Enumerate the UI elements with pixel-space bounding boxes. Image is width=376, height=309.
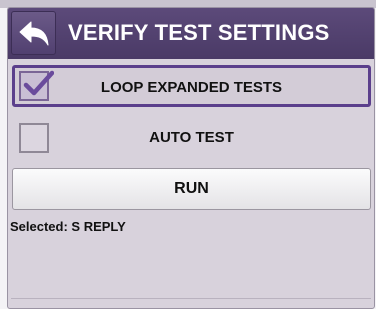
selected-status-text: Selected: S REPLY [10,219,126,234]
verify-test-settings-dialog: VERIFY TEST SETTINGS LOOP EXPANDED TESTS… [7,7,375,309]
dialog-titlebar: VERIFY TEST SETTINGS [8,8,374,59]
run-button-label: RUN [174,180,209,197]
option-label: LOOP EXPANDED TESTS [100,79,283,96]
option-loop-expanded-tests[interactable]: LOOP EXPANDED TESTS [12,65,371,107]
run-button[interactable]: RUN [12,168,371,210]
back-arrow-icon [19,21,49,46]
back-button[interactable] [11,11,56,55]
dialog-title: VERIFY TEST SETTINGS [68,20,330,45]
option-auto-test[interactable]: AUTO TEST [12,117,371,159]
bottom-divider [11,298,371,299]
option-label: AUTO TEST [149,129,234,146]
